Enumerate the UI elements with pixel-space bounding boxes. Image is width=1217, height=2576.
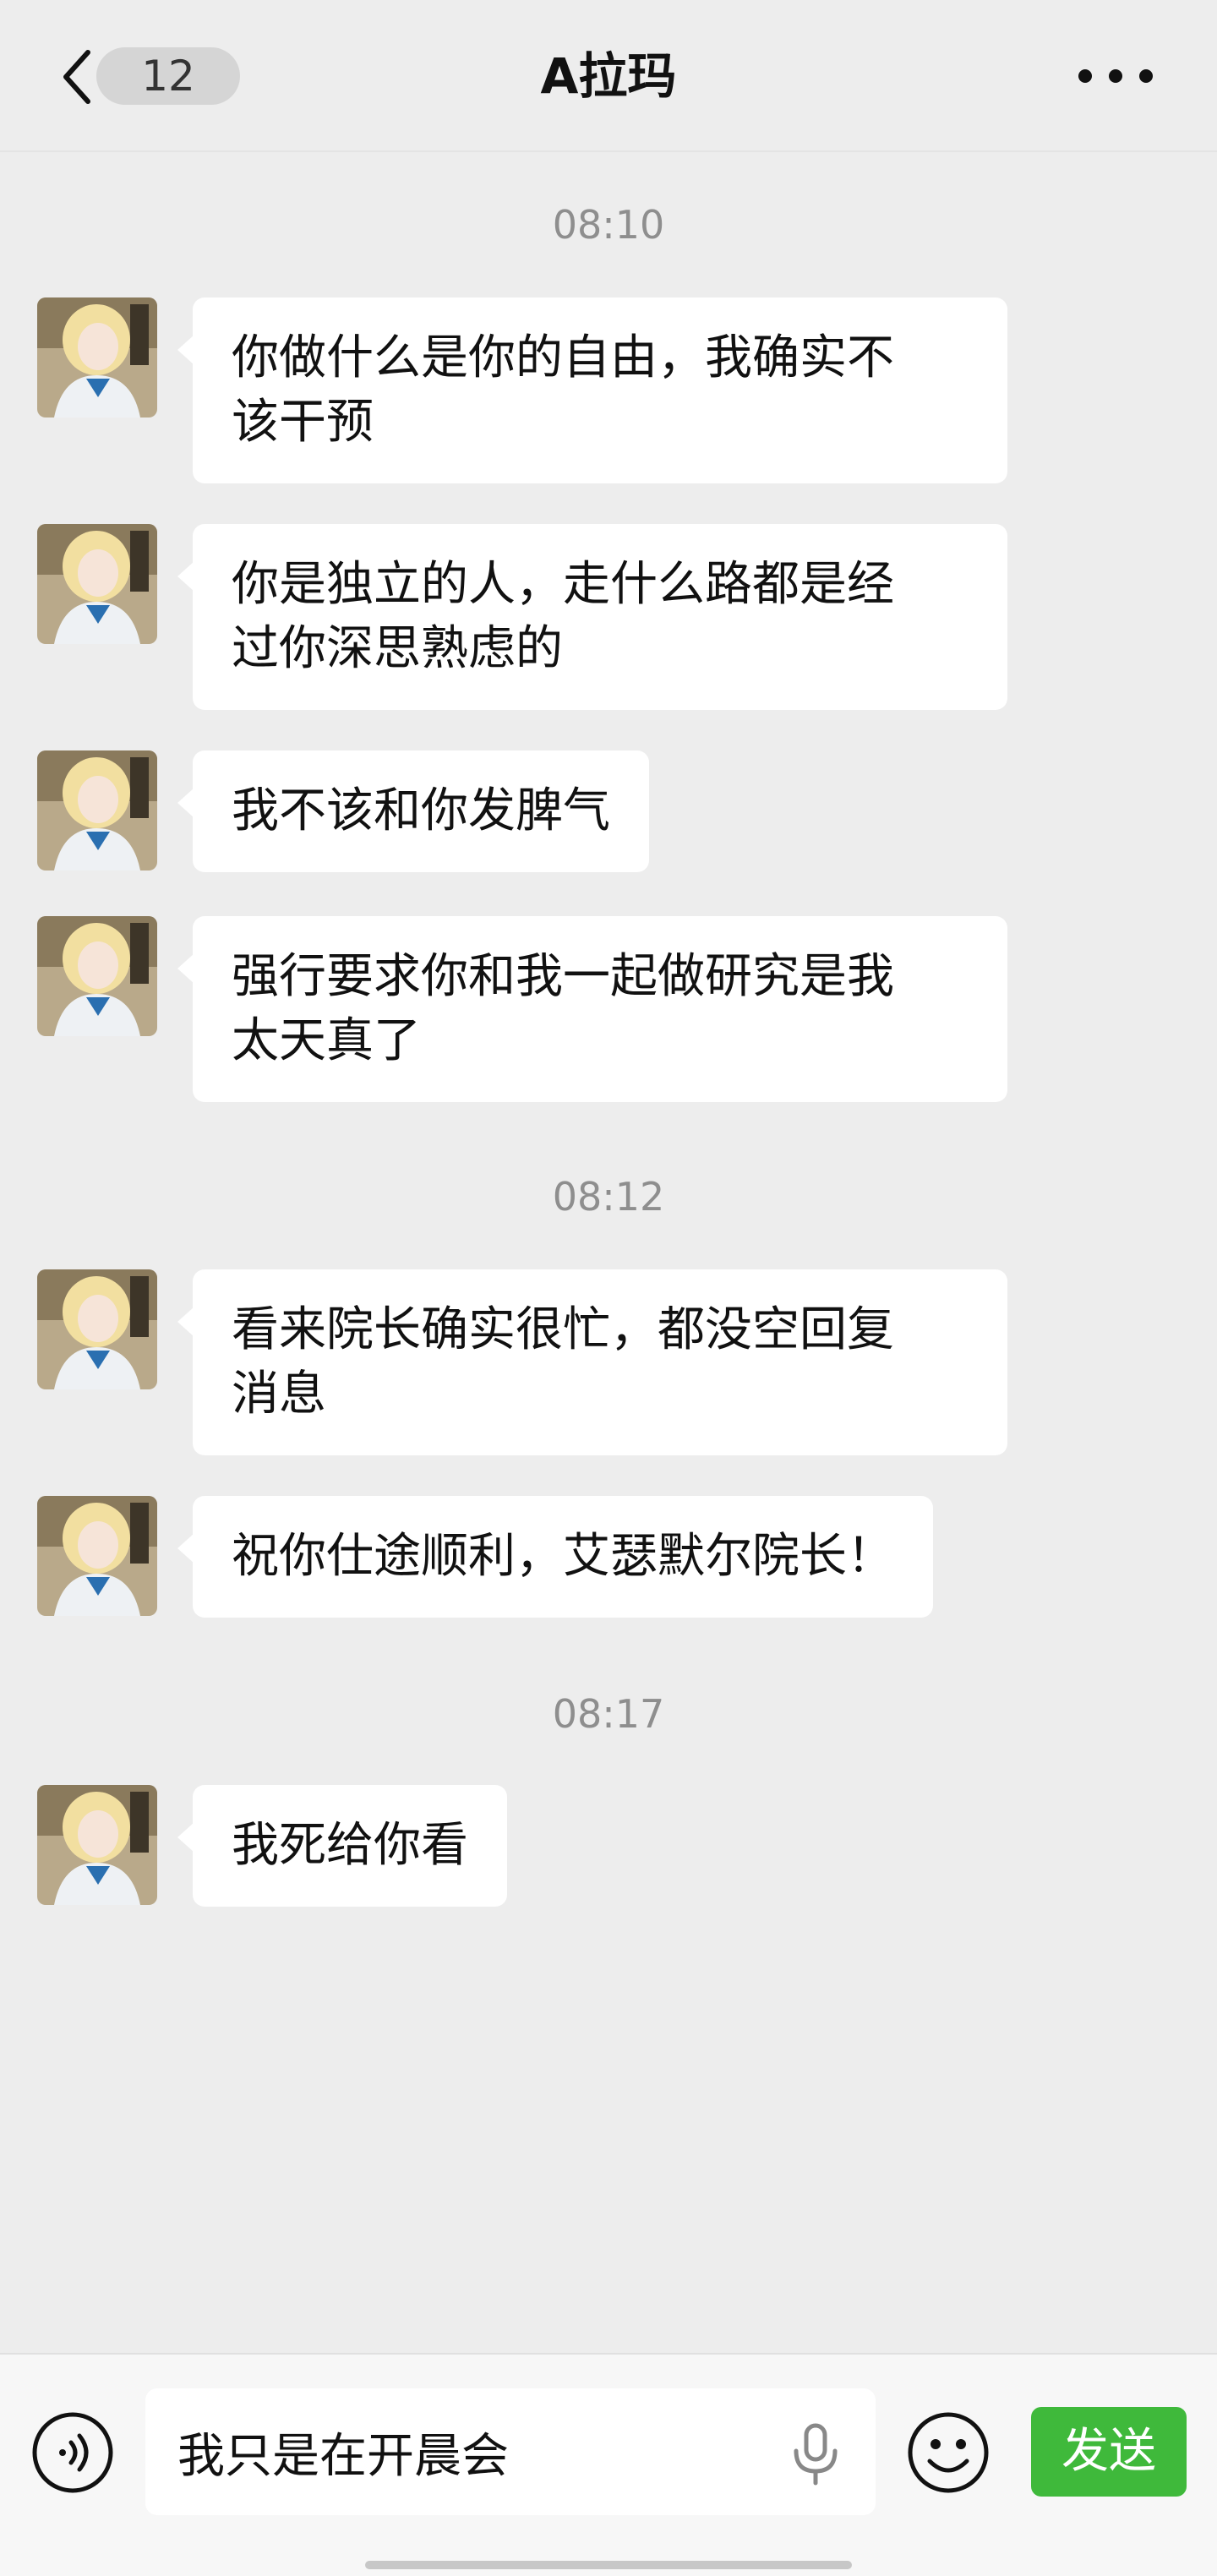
contact-avatar[interactable]: [37, 1496, 157, 1616]
avatar-image: [37, 1269, 157, 1389]
unread-count-badge: 12: [96, 47, 240, 105]
timestamp: 08:12: [552, 1174, 665, 1220]
message-text-line: 太天真了: [232, 1013, 421, 1068]
chat-screen: 12 A拉玛 08:10 你做什么是你的自由，我确实不 该干预 你是独立的人，走…: [0, 0, 1217, 2576]
timestamp: 08:17: [552, 1691, 665, 1737]
home-indicator[interactable]: [365, 2561, 852, 2569]
message-text-line: 过你深思熟虑的: [232, 621, 563, 676]
chat-title: A拉玛: [540, 47, 677, 105]
contact-avatar[interactable]: [37, 916, 157, 1036]
message-list[interactable]: 08:10 你做什么是你的自由，我确实不 该干预 你是独立的人，走什么路都是经 …: [0, 152, 1217, 2350]
chat-header: 12 A拉玛: [0, 0, 1217, 152]
contact-avatar[interactable]: [37, 750, 157, 870]
message-text-line: 祝你仕途顺利，艾瑟默尔院长！: [232, 1529, 894, 1584]
voice-input-icon: [32, 2412, 113, 2493]
more-dots-icon: [1078, 69, 1153, 83]
input-bar: 发送: [0, 2353, 1217, 2576]
send-button[interactable]: 发送: [1031, 2407, 1187, 2497]
microphone-button[interactable]: [786, 2420, 845, 2488]
avatar-image: [37, 524, 157, 644]
chevron-left-icon: [63, 50, 90, 104]
avatar-image: [37, 916, 157, 1036]
avatar-image: [37, 1785, 157, 1905]
message-text-line: 我死给你看: [232, 1818, 468, 1873]
message-bubble[interactable]: 看来院长确实很忙，都没空回复 消息: [177, 1269, 1007, 1455]
message-text-line: 强行要求你和我一起做研究是我: [232, 949, 894, 1004]
avatar-image: [37, 297, 157, 418]
message-bubble[interactable]: 你是独立的人，走什么路都是经 过你深思熟虑的: [177, 524, 1007, 710]
message-bubble[interactable]: 我不该和你发脾气: [177, 750, 649, 872]
contact-avatar[interactable]: [37, 297, 157, 418]
message-text-line: 你是独立的人，走什么路都是经: [232, 557, 894, 612]
voice-input-button[interactable]: [30, 2410, 115, 2495]
contact-avatar[interactable]: [37, 1269, 157, 1389]
message-bubble[interactable]: 你做什么是你的自由，我确实不 该干预: [177, 297, 1007, 483]
timestamp: 08:10: [552, 202, 665, 248]
message-input[interactable]: [145, 2388, 876, 2515]
microphone-icon: [794, 2423, 838, 2486]
back-button[interactable]: 12: [47, 42, 240, 110]
avatar-image: [37, 1496, 157, 1616]
message-text-line: 我不该和你发脾气: [232, 783, 610, 838]
emoji-icon: [908, 2412, 989, 2493]
more-button[interactable]: [1065, 51, 1166, 101]
message-bubble[interactable]: 祝你仕途顺利，艾瑟默尔院长！: [177, 1496, 933, 1618]
contact-avatar[interactable]: [37, 1785, 157, 1905]
message-text-line: 你做什么是你的自由，我确实不: [232, 330, 894, 385]
message-bubble[interactable]: 强行要求你和我一起做研究是我 太天真了: [177, 916, 1007, 1102]
contact-avatar[interactable]: [37, 524, 157, 644]
message-bubble[interactable]: 我死给你看: [177, 1785, 507, 1907]
message-text-line: 消息: [232, 1367, 326, 1422]
avatar-image: [37, 750, 157, 870]
message-text-line: 看来院长确实很忙，都没空回复: [232, 1302, 894, 1357]
emoji-button[interactable]: [906, 2410, 991, 2495]
message-text-line: 该干预: [232, 395, 374, 450]
